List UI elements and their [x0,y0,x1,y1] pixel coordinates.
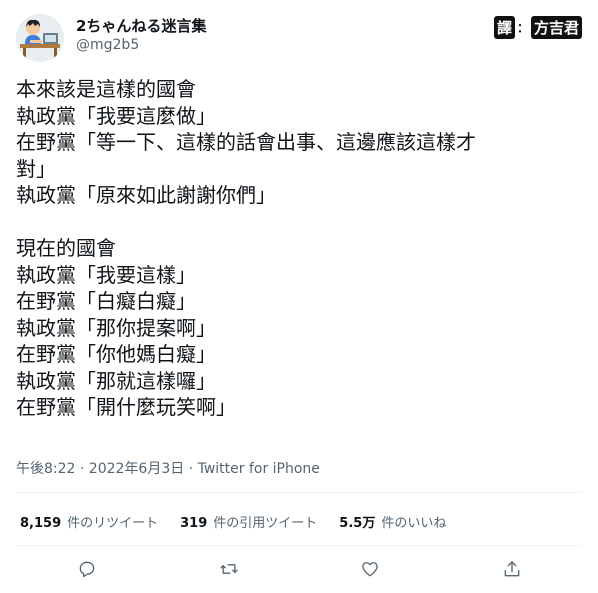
tweet-line: 執政黨「那你提案啊」 [16,315,216,340]
retweet-button[interactable] [216,556,242,582]
reply-icon [79,561,95,578]
tweet-line: 執政黨「那就這樣囉」 [16,368,216,393]
tweet-line: 執政黨「我要這麼做」 [16,103,216,128]
tweet-line: 在野黨「等一下、這樣的話會出事、這邊應該這樣才 [16,130,476,154]
divider [16,545,582,546]
tweet-line: 對」 [16,156,56,181]
tweet-line: 現在的國會 [16,236,116,260]
reply-button[interactable] [74,556,100,582]
quote-count: 319 [180,515,208,531]
tweet-line: 執政黨「我要這樣」 [16,262,196,287]
quote-count-link[interactable]: 319 件の引用ツイート [180,512,317,531]
like-count: 5.5万 [339,515,376,531]
translator-separator: ： [517,20,530,35]
like-label: 件のいいね [381,515,447,531]
share-icon [504,561,520,577]
translator-name: 方吉君 [531,15,583,39]
tweet-line: 在野黨「你他媽白癡」 [16,342,216,366]
like-button[interactable] [357,556,383,582]
tweet-text: 本來該是這樣的國會 執政黨「我要這麼做」 在野黨「等一下、這樣的話會出事、這邊應… [16,76,582,421]
avatar-illustration-icon [16,14,64,62]
tweet-actions [16,556,582,582]
quote-label: 件の引用ツイート [213,515,318,531]
avatar[interactable] [16,14,64,62]
like-icon [362,562,378,577]
share-button[interactable] [499,556,525,582]
tweet-line: 在野黨「開什麼玩笑啊」 [16,395,236,419]
tweet-line: 執政黨「原來如此謝謝你們」 [16,183,276,207]
translator-mark: 譯 [494,15,516,39]
tweet-stats: 8,159 件のリツイート 319 件の引用ツイート 5.5万 件のいいね [20,511,468,531]
retweet-count: 8,159 [20,515,62,531]
retweet-count-link[interactable]: 8,159 件のリツイート [20,512,158,531]
translator-watermark: 譯 ： 方吉君 [494,15,583,39]
tweet-timestamp-source[interactable]: 午後8:22 · 2022年6月3日 · Twitter for iPhone [16,458,320,478]
divider [16,492,582,493]
retweet-label: 件のリツイート [67,515,159,531]
author-display-name[interactable]: 2ちゃんねる迷言集 [76,15,206,36]
like-count-link[interactable]: 5.5万 件のいいね [339,512,446,531]
tweet-line: 在野黨「白癡白癡」 [16,289,196,313]
tweet-line: 本來該是這樣的國會 [16,77,196,101]
retweet-icon [220,564,238,574]
author-handle[interactable]: @mg2b5 [76,37,139,53]
